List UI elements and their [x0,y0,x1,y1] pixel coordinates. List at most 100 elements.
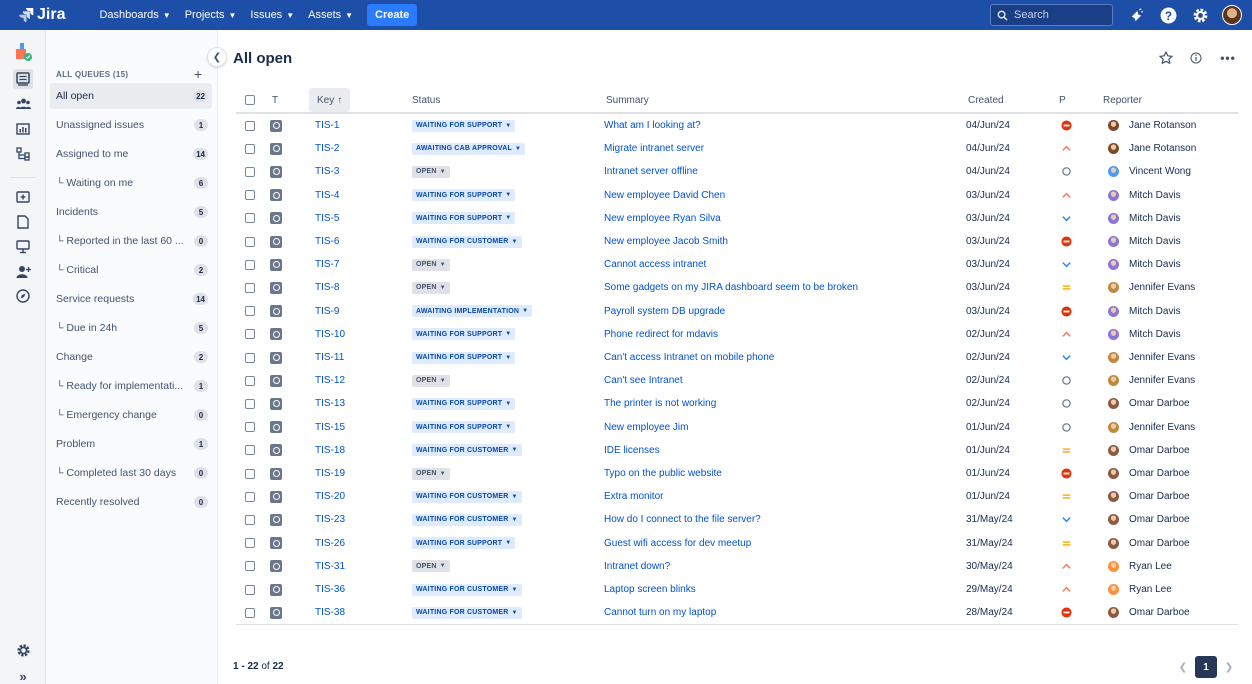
reporter-cell[interactable]: Mitch Davis [1108,253,1181,276]
table-row[interactable]: TIS-13 WAITING FOR SUPPORT ▼ The printer is… [236,392,1238,415]
table-row[interactable]: TIS-4 WAITING FOR SUPPORT ▼ New employee Da… [236,184,1238,207]
add-item-icon[interactable] [13,187,33,207]
issue-key-link[interactable]: TIS-31 [315,555,345,578]
issue-key-link[interactable]: TIS-23 [315,508,345,531]
queue-item[interactable]: Incidents 5 [50,199,212,225]
issue-summary-link[interactable]: New employee David Chen [604,184,725,207]
issue-key-link[interactable]: TIS-7 [315,253,339,276]
row-checkbox[interactable] [245,207,255,230]
column-key[interactable]: Key ↑ [309,88,351,112]
issue-summary-link[interactable]: Payroll system DB upgrade [604,300,725,323]
row-checkbox[interactable] [245,578,255,601]
row-checkbox[interactable] [245,439,255,462]
row-checkbox[interactable] [245,485,255,508]
reporter-cell[interactable]: Omar Darboe [1108,532,1190,555]
status-lozenge[interactable]: OPEN ▼ [412,281,450,294]
table-row[interactable]: TIS-38 WAITING FOR CUSTOMER ▼ Cannot turn o… [236,601,1238,624]
user-avatar[interactable] [1222,5,1242,25]
reporter-cell[interactable]: Omar Darboe [1108,508,1190,531]
column-created[interactable]: Created [968,88,1004,112]
next-page-icon[interactable]: ❯ [1222,656,1236,678]
jira-logo[interactable]: Jira [18,6,65,24]
status-lozenge[interactable]: WAITING FOR CUSTOMER ▼ [412,513,522,526]
issue-summary-link[interactable]: New employee Ryan Silva [604,207,721,230]
status-lozenge[interactable]: WAITING FOR CUSTOMER ▼ [412,606,522,619]
expand-sidebar-icon[interactable]: » [13,666,33,684]
create-button[interactable]: Create [367,4,418,26]
table-row[interactable]: TIS-19 OPEN ▼ Typo on the public website 01/… [236,462,1238,485]
column-priority[interactable]: P [1059,88,1066,112]
issue-summary-link[interactable]: IDE licenses [604,439,660,462]
reporter-cell[interactable]: Ryan Lee [1108,578,1172,601]
pages-icon[interactable] [13,212,33,232]
table-row[interactable]: TIS-7 OPEN ▼ Cannot access intranet 03/Jun/2… [236,253,1238,276]
workflow-icon[interactable] [13,144,33,164]
queue-item[interactable]: └ Waiting on me 6 [50,170,212,196]
table-row[interactable]: TIS-26 WAITING FOR SUPPORT ▼ Guest wifi acc… [236,532,1238,555]
status-lozenge[interactable]: OPEN ▼ [412,165,450,178]
queues-icon[interactable] [13,69,33,89]
column-status[interactable]: Status [412,88,440,112]
reporter-cell[interactable]: Mitch Davis [1108,184,1181,207]
issue-key-link[interactable]: TIS-36 [315,578,345,601]
reporter-cell[interactable]: Jennifer Evans [1108,276,1195,299]
reporter-cell[interactable]: Omar Darboe [1108,485,1190,508]
previous-page-icon[interactable]: ❮ [1176,656,1190,678]
issue-key-link[interactable]: TIS-38 [315,601,345,624]
row-checkbox[interactable] [245,276,255,299]
status-lozenge[interactable]: WAITING FOR SUPPORT ▼ [412,421,516,434]
issue-summary-link[interactable]: Intranet server offline [604,160,698,183]
queue-item[interactable]: Service requests 14 [50,286,212,312]
project-avatar-icon[interactable] [13,42,33,62]
issue-key-link[interactable]: TIS-18 [315,439,345,462]
reports-icon[interactable] [13,119,33,139]
reporter-cell[interactable]: Ryan Lee [1108,555,1172,578]
row-checkbox[interactable] [245,184,255,207]
queue-item[interactable]: Assigned to me 14 [50,141,212,167]
table-row[interactable]: TIS-10 WAITING FOR SUPPORT ▼ Phone redirect… [236,323,1238,346]
row-checkbox[interactable] [245,160,255,183]
help-icon[interactable]: ? [1158,5,1178,25]
status-lozenge[interactable]: WAITING FOR CUSTOMER ▼ [412,490,522,503]
table-row[interactable]: TIS-15 WAITING FOR SUPPORT ▼ New employee J… [236,416,1238,439]
status-lozenge[interactable]: WAITING FOR CUSTOMER ▼ [412,583,522,596]
issue-summary-link[interactable]: Can't see Intranet [604,369,683,392]
status-lozenge[interactable]: WAITING FOR SUPPORT ▼ [412,397,516,410]
row-checkbox[interactable] [245,300,255,323]
row-checkbox[interactable] [245,323,255,346]
reporter-cell[interactable]: Jane Rotanson [1108,137,1196,160]
queue-item[interactable]: └ Emergency change 0 [50,402,212,428]
row-checkbox[interactable] [245,508,255,531]
issue-summary-link[interactable]: Cannot turn on my laptop [604,601,716,624]
issue-key-link[interactable]: TIS-4 [315,184,339,207]
queue-item[interactable]: └ Ready for implementati... 1 [50,373,212,399]
row-checkbox[interactable] [245,346,255,369]
status-lozenge[interactable]: WAITING FOR SUPPORT ▼ [412,212,516,225]
issue-summary-link[interactable]: Phone redirect for mdavis [604,323,718,346]
issue-key-link[interactable]: TIS-2 [315,137,339,160]
issue-key-link[interactable]: TIS-11 [315,346,344,369]
issue-summary-link[interactable]: Laptop screen blinks [604,578,696,601]
project-settings-icon[interactable] [13,640,33,660]
reporter-cell[interactable]: Jennifer Evans [1108,416,1195,439]
issue-key-link[interactable]: TIS-8 [315,276,339,299]
reporter-cell[interactable]: Mitch Davis [1108,230,1181,253]
reporter-cell[interactable]: Mitch Davis [1108,323,1181,346]
table-row[interactable]: TIS-5 WAITING FOR SUPPORT ▼ New employee Ry… [236,207,1238,230]
status-lozenge[interactable]: WAITING FOR CUSTOMER ▼ [412,444,522,457]
queue-item[interactable]: └ Completed last 30 days 0 [50,460,212,486]
star-icon[interactable] [1158,50,1174,66]
issue-key-link[interactable]: TIS-13 [315,392,345,415]
table-row[interactable]: TIS-20 WAITING FOR CUSTOMER ▼ Extra monitor… [236,485,1238,508]
issue-key-link[interactable]: TIS-1 [315,114,339,137]
reporter-cell[interactable]: Omar Darboe [1108,462,1190,485]
issue-summary-link[interactable]: New employee Jacob Smith [604,230,728,253]
row-checkbox[interactable] [245,601,255,624]
queue-item[interactable]: Problem 1 [50,431,212,457]
reporter-cell[interactable]: Mitch Davis [1108,207,1181,230]
select-all-checkbox[interactable] [245,88,255,112]
table-row[interactable]: TIS-2 AWAITING CAB APPROVAL ▼ Migrate intra… [236,137,1238,160]
collapse-sidebar-icon[interactable]: ❮ [207,47,227,67]
customers-icon[interactable] [13,94,33,114]
notifications-icon[interactable] [1126,5,1146,25]
